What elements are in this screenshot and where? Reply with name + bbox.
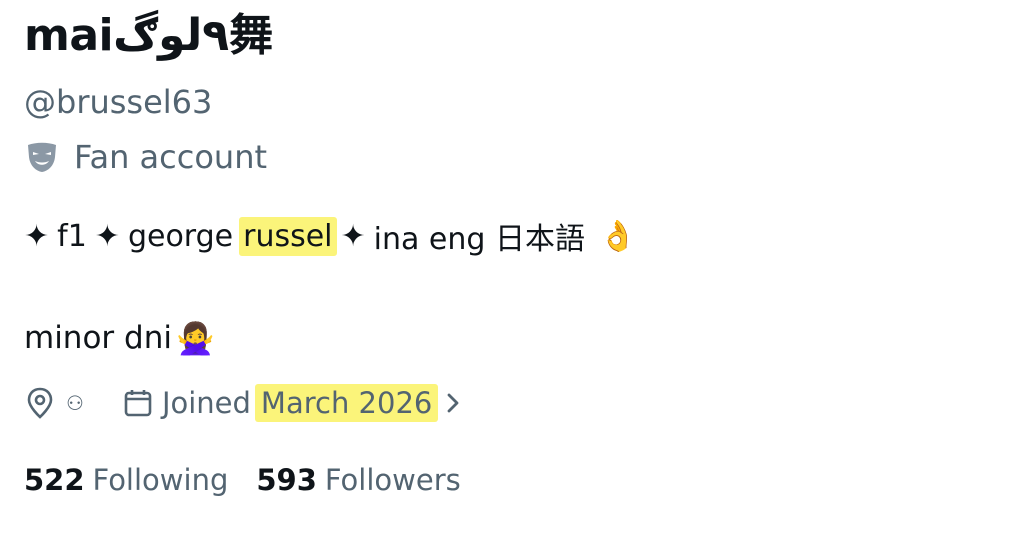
followers-link[interactable]: 593 Followers [256, 463, 460, 497]
bio-text-languages: ina eng 日本語 [373, 222, 585, 257]
following-link[interactable]: 522 Following [24, 463, 228, 497]
bio-text-f1: f1 [57, 218, 87, 254]
bio-line-1: ✦ f1 ✦ george russel ✦ ina eng 日本語 👌 [24, 210, 636, 262]
following-count: 522 [24, 463, 85, 497]
bio-line-2: minor dni 🙅‍♀️ [24, 314, 215, 362]
follow-stats: 522 Following 593 Followers [24, 458, 461, 502]
following-label: Following [92, 463, 229, 497]
username-handle: @brussel63 [24, 83, 213, 121]
calendar-icon [122, 387, 154, 419]
display-name: mai٩لوڰ舞 [24, 10, 273, 61]
bio-star: ✦ [24, 218, 50, 254]
bio-text-minor-dni: minor dni [24, 320, 172, 356]
joined-label: Joined [161, 386, 251, 420]
profile-meta: ⚇ Joined March 2026 [24, 380, 462, 426]
location-value[interactable]: ⚇ [66, 391, 84, 415]
bio-text-george: george [127, 218, 234, 254]
location-pin-icon [24, 386, 56, 420]
category-label: Fan account [74, 138, 268, 176]
joined-date-highlighted: March 2026 [254, 384, 439, 422]
crossed-arms-emoji: 🙅‍♀️ [175, 320, 215, 357]
profile-header: mai٩لوڰ舞 @brussel63 Fan account ✦ f1 ✦ g… [0, 0, 1024, 541]
bio-star: ✦ [340, 218, 366, 254]
bio-star: ✦ [94, 218, 120, 254]
ok-hand-emoji: 👌 [598, 218, 637, 254]
followers-label: Followers [324, 463, 461, 497]
bio-text-russel-highlighted: russel [239, 216, 337, 256]
chevron-right-icon[interactable] [444, 389, 462, 417]
theater-mask-icon [24, 139, 60, 175]
followers-count: 593 [256, 463, 317, 497]
profile-category: Fan account [24, 136, 267, 178]
